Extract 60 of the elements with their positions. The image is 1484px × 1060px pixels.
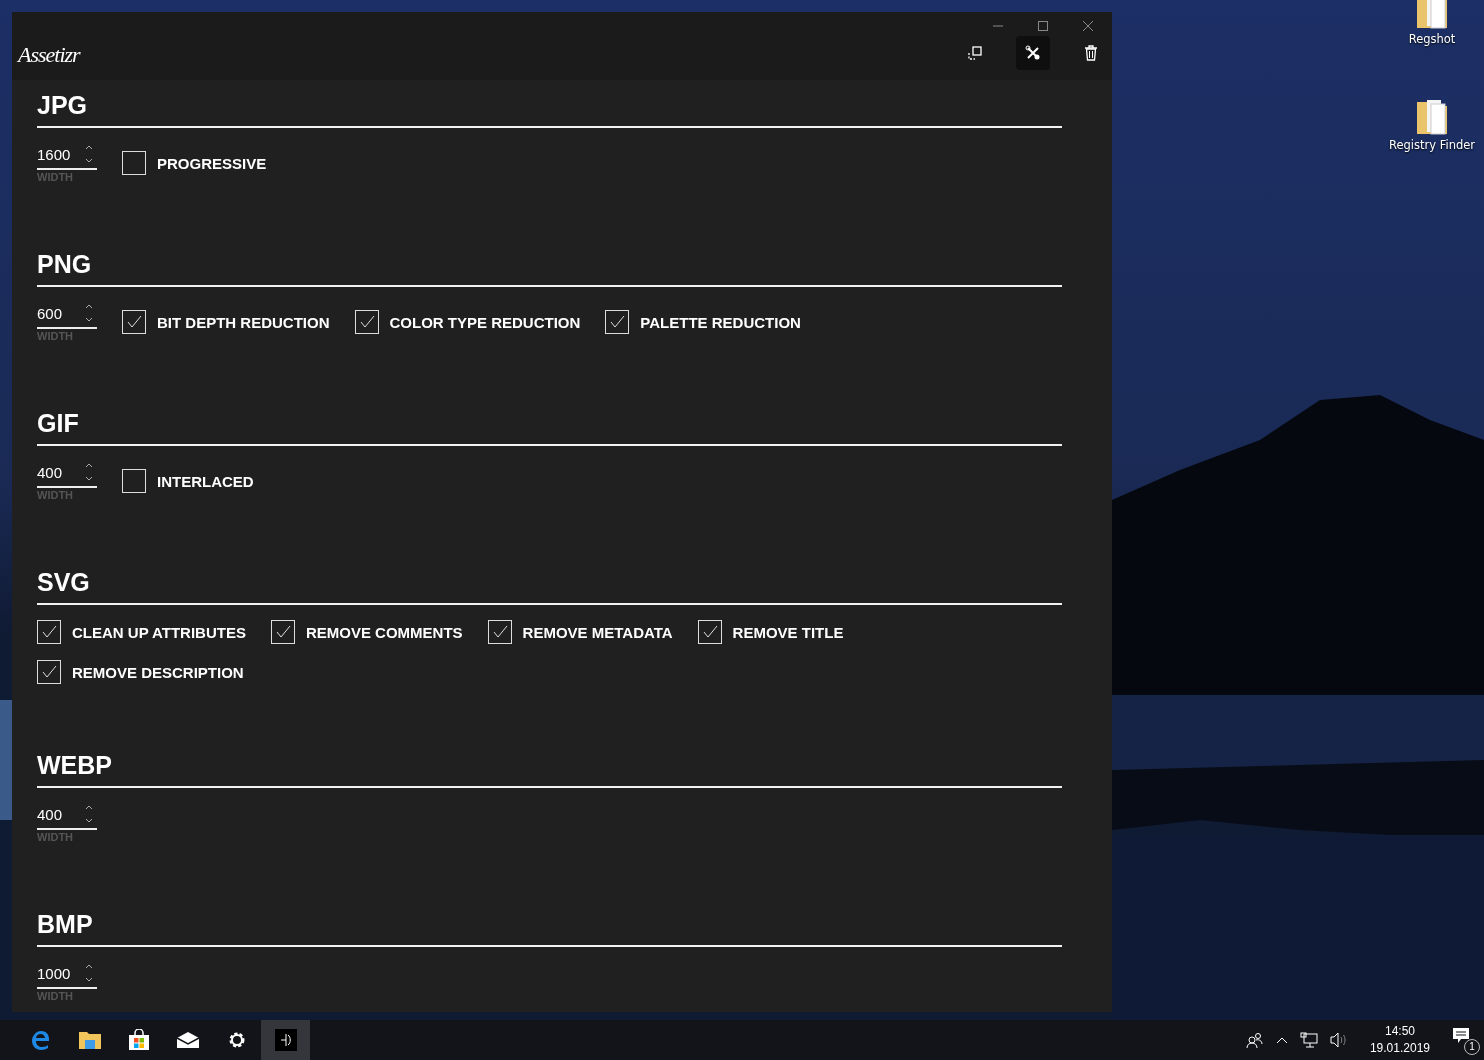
- number-field[interactable]: 400: [37, 800, 97, 830]
- option-label[interactable]: REMOVE METADATA: [522, 623, 673, 641]
- number-field[interactable]: 1000: [37, 959, 97, 989]
- browser-icon: [29, 1029, 52, 1051]
- maximize-icon[interactable]: [1037, 20, 1049, 32]
- notification-icon[interactable]: [1452, 1027, 1470, 1045]
- people-icon[interactable]: [1245, 1032, 1264, 1048]
- shopping-bag-icon: [127, 1029, 150, 1051]
- section-heading: WEBP: [37, 750, 1062, 788]
- option-label[interactable]: PROGRESSIVE: [157, 154, 267, 172]
- section-heading: JPG: [37, 90, 1062, 128]
- checkbox[interactable]: [354, 310, 379, 334]
- app-icon: [274, 1029, 297, 1051]
- option-label[interactable]: REMOVE DESCRIPTION: [72, 663, 244, 681]
- tools-icon: [1025, 45, 1041, 61]
- section-heading: SVG: [37, 567, 1062, 605]
- spinner-icon[interactable]: [85, 963, 93, 983]
- option-label[interactable]: BIT DEPTH REDUCTION: [157, 313, 330, 331]
- spinner-icon[interactable]: [85, 804, 93, 824]
- folder-icon[interactable]: [1415, 0, 1449, 30]
- number-field[interactable]: 600: [37, 299, 97, 329]
- checkbox[interactable]: [122, 310, 146, 334]
- option-label[interactable]: REMOVE TITLE: [732, 623, 844, 641]
- resize-icon: [967, 45, 983, 61]
- number-field[interactable]: 1600: [37, 140, 97, 170]
- checkbox[interactable]: [605, 310, 630, 334]
- settings-button[interactable]: [1016, 36, 1050, 70]
- notification-count: 1: [1464, 1039, 1480, 1055]
- envelope-icon: [175, 1031, 200, 1049]
- spinner-icon[interactable]: [85, 303, 93, 323]
- desktop-icon-label[interactable]: Regshot: [1408, 32, 1456, 46]
- app-logo: Assetizr: [18, 42, 80, 69]
- number-field[interactable]: 400: [37, 458, 97, 488]
- checkbox[interactable]: [122, 151, 146, 175]
- checkbox[interactable]: [697, 620, 722, 644]
- trash-icon: [1084, 45, 1098, 61]
- clock-date[interactable]: 19.01.2019: [1369, 1040, 1430, 1057]
- taskbar-assetizr-button[interactable]: [261, 1020, 310, 1060]
- network-icon[interactable]: [1299, 1032, 1318, 1048]
- checkbox[interactable]: [487, 620, 512, 644]
- volume-icon[interactable]: [1329, 1032, 1348, 1048]
- section-heading: GIF: [37, 408, 1062, 446]
- spinner-icon[interactable]: [85, 462, 93, 482]
- chevron-up-icon[interactable]: [1275, 1036, 1288, 1044]
- option-label[interactable]: COLOR TYPE REDUCTION: [389, 313, 581, 331]
- spinner-icon[interactable]: [85, 144, 93, 164]
- checkbox[interactable]: [37, 660, 61, 684]
- checkbox[interactable]: [270, 620, 295, 644]
- folder-icon: [77, 1030, 102, 1050]
- option-label[interactable]: PALETTE REDUCTION: [640, 313, 801, 331]
- section-heading: BMP: [37, 909, 1062, 947]
- option-label[interactable]: INTERLACED: [157, 472, 254, 490]
- close-icon[interactable]: [1082, 20, 1094, 32]
- clock-time[interactable]: 14:50: [1384, 1023, 1415, 1040]
- option-label[interactable]: REMOVE COMMENTS: [305, 623, 463, 641]
- checkbox[interactable]: [37, 620, 61, 644]
- checkbox[interactable]: [122, 469, 146, 493]
- desktop-icon-label[interactable]: Registry Finder: [1388, 138, 1476, 152]
- section-heading: PNG: [37, 249, 1062, 287]
- option-label[interactable]: CLEAN UP ATTRIBUTES: [72, 623, 246, 641]
